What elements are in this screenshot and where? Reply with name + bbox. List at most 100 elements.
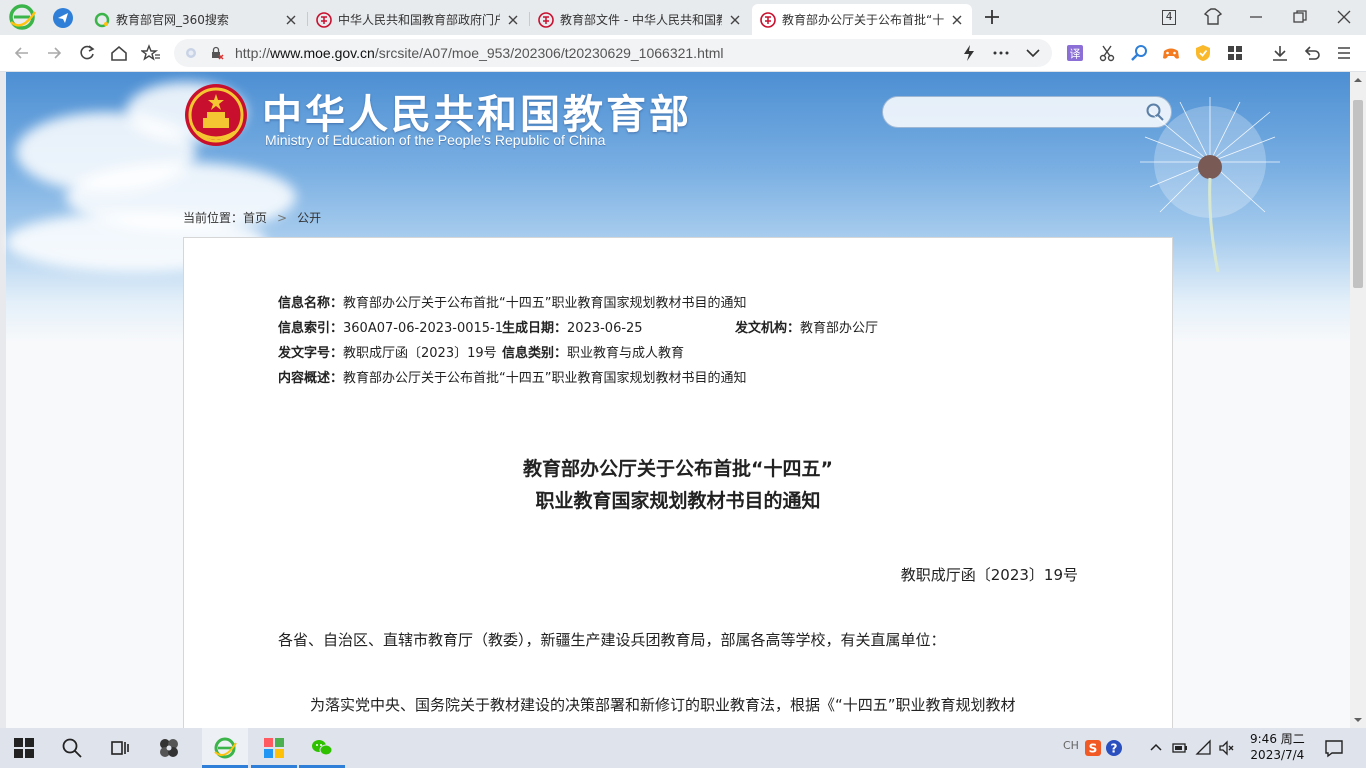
breadcrumb-home-link[interactable]: 首页 bbox=[243, 209, 267, 226]
svg-text:译: 译 bbox=[1070, 48, 1081, 61]
menu-hamburger-icon[interactable] bbox=[1334, 43, 1354, 63]
more-dots-icon[interactable] bbox=[992, 44, 1010, 62]
help-icon[interactable]: ? bbox=[1105, 739, 1123, 757]
tab-label: 教育部官网_360搜索 bbox=[116, 13, 229, 27]
close-window-icon[interactable] bbox=[1333, 6, 1355, 28]
lightning-icon[interactable] bbox=[960, 44, 978, 62]
svg-text:?: ? bbox=[1111, 742, 1118, 756]
reload-icon[interactable] bbox=[77, 43, 97, 63]
tab-current-notice[interactable]: 教育部办公厅关于公布首批“十四五” bbox=[752, 4, 972, 35]
moe-favicon-icon bbox=[538, 11, 554, 28]
battery-icon[interactable] bbox=[1171, 739, 1189, 757]
tab-moe-documents[interactable]: 教育部文件 - 中华人民共和国教育部 bbox=[530, 4, 750, 35]
clock-date: 2023/7/4 bbox=[1250, 748, 1305, 762]
tab-count-button[interactable]: 4 bbox=[1158, 6, 1180, 28]
document-title-line-1: 教育部办公厅关于公布首批“十四五” bbox=[523, 458, 833, 480]
scissors-icon[interactable] bbox=[1097, 43, 1117, 63]
url-bar[interactable]: http://www.moe.gov.cn/srcsite/A07/moe_95… bbox=[174, 39, 1052, 67]
scrollbar-thumb[interactable] bbox=[1353, 100, 1363, 288]
scroll-down-arrow-icon[interactable] bbox=[1354, 716, 1362, 724]
chevron-up-icon[interactable] bbox=[1147, 739, 1165, 757]
send-arrow-icon[interactable] bbox=[52, 7, 74, 29]
notification-center-icon[interactable] bbox=[1324, 738, 1344, 758]
unsecure-lock-icon[interactable] bbox=[210, 46, 224, 60]
breadcrumb-prefix: 当前位置： bbox=[183, 211, 244, 225]
360-browser-taskbar-icon[interactable] bbox=[213, 736, 237, 760]
chevron-down-icon[interactable] bbox=[1024, 44, 1042, 62]
site-search-input[interactable] bbox=[882, 96, 1172, 128]
translate-icon[interactable]: 译 bbox=[1065, 43, 1085, 63]
meta-summary-value: 教育部办公厅关于公布首批“十四五”职业教育国家规划教材书目的通知 bbox=[343, 371, 747, 386]
meta-date-value: 2023-06-25 bbox=[567, 321, 643, 336]
home-icon[interactable] bbox=[109, 43, 129, 63]
wechat-icon[interactable] bbox=[310, 736, 334, 760]
url-text[interactable]: http://www.moe.gov.cn/srcsite/A07/moe_95… bbox=[235, 45, 724, 61]
meta-org-value: 教育部办公厅 bbox=[800, 321, 879, 336]
document-paragraph-1: 为落实党中央、国务院关于教材建设的决策部署和新修订的职业教育法，根据《“十四五”… bbox=[310, 696, 1016, 714]
360-browser-logo-icon[interactable] bbox=[8, 4, 36, 30]
address-toolbar: http://www.moe.gov.cn/srcsite/A07/moe_95… bbox=[0, 35, 1366, 72]
volume-muted-icon[interactable] bbox=[1218, 739, 1236, 757]
minimize-icon[interactable] bbox=[1245, 6, 1267, 28]
page-viewport: 中华人民共和国教育部 Ministry of Education of the … bbox=[0, 72, 1350, 728]
close-tab-icon[interactable] bbox=[506, 13, 520, 27]
sogou-input-icon[interactable]: S bbox=[1084, 739, 1102, 757]
search-icon[interactable] bbox=[60, 736, 84, 760]
colorful-app-icon[interactable] bbox=[262, 736, 286, 760]
svg-text:S: S bbox=[1089, 742, 1098, 756]
game-controller-icon[interactable] bbox=[1161, 43, 1181, 63]
article-container: 信息名称：教育部办公厅关于公布首批“十四五”职业教育国家规划教材书目的通知 信息… bbox=[183, 237, 1173, 728]
document-salutation: 各省、自治区、直辖市教育厅（教委），新疆生产建设兵团教育局，部属各高等学校，有关… bbox=[278, 631, 946, 649]
meta-row-index: 信息索引：360A07-06-2023-0015-1生成日期：2023-06-2… bbox=[278, 317, 878, 336]
site-security-icon[interactable] bbox=[184, 46, 198, 60]
tab-label: 教育部办公厅关于公布首批“十四五” bbox=[782, 13, 944, 27]
meta-name-value: 教育部办公厅关于公布首批“十四五”职业教育国家规划教材书目的通知 bbox=[343, 296, 747, 311]
360-search-favicon-icon bbox=[94, 12, 110, 27]
tab-label: 教育部文件 - 中华人民共和国教育部 bbox=[560, 13, 722, 27]
forward-arrow-icon[interactable] bbox=[44, 43, 64, 63]
new-tab-plus-icon[interactable] bbox=[983, 8, 1001, 26]
undo-icon[interactable] bbox=[1302, 43, 1322, 63]
scroll-up-arrow-icon[interactable] bbox=[1354, 76, 1362, 84]
network-wifi-icon[interactable] bbox=[1195, 739, 1213, 757]
system-clock[interactable]: 9:46 周二 2023/7/4 bbox=[1250, 731, 1305, 763]
meta-row-docno: 发文字号：教职成厅函〔2023〕19号 信息类别：职业教育与成人教育 bbox=[278, 342, 684, 361]
meta-docno-value: 教职成厅函〔2023〕19号 bbox=[343, 346, 497, 361]
search-key-icon[interactable] bbox=[1129, 43, 1149, 63]
moe-favicon-icon bbox=[316, 11, 332, 28]
meta-org-label: 发文机构： bbox=[735, 321, 801, 336]
apps-grid-icon[interactable] bbox=[1225, 43, 1245, 63]
meta-category-label: 信息类别： bbox=[502, 346, 568, 361]
meta-docno-label: 发文字号： bbox=[278, 346, 344, 361]
document-title-line-2: 职业教育国家规划教材书目的通知 bbox=[535, 490, 821, 512]
meta-date-label: 生成日期： bbox=[502, 321, 568, 336]
pinwheel-app-icon[interactable] bbox=[157, 736, 181, 760]
tab-label: 中华人民共和国教育部政府门户网站 bbox=[338, 13, 500, 27]
meta-name-label: 信息名称： bbox=[278, 296, 344, 311]
browser-tab-bar: 教育部官网_360搜索 中华人民共和国教育部政府门户网站 教育部文件 - 中华人… bbox=[0, 0, 1366, 35]
document-number: 教职成厅函〔2023〕19号 bbox=[900, 566, 1078, 584]
windows-start-icon[interactable] bbox=[12, 736, 36, 760]
shield-icon[interactable] bbox=[1193, 43, 1213, 63]
restore-window-icon[interactable] bbox=[1289, 6, 1311, 28]
windows-taskbar: CH S ? 9:46 周二 2023/7/4 bbox=[0, 728, 1366, 768]
meta-category-value: 职业教育与成人教育 bbox=[567, 346, 685, 361]
ime-indicator[interactable]: CH bbox=[1063, 739, 1085, 757]
breadcrumb-public-link[interactable]: 公开 bbox=[297, 209, 321, 226]
task-view-icon[interactable] bbox=[108, 736, 132, 760]
tab-moe-portal[interactable]: 中华人民共和国教育部政府门户网站 bbox=[308, 4, 528, 35]
back-arrow-icon[interactable] bbox=[12, 43, 32, 63]
close-tab-icon[interactable] bbox=[284, 13, 298, 27]
shirt-skin-icon[interactable] bbox=[1202, 6, 1224, 28]
close-tab-icon[interactable] bbox=[950, 13, 964, 27]
page-scrollbar[interactable] bbox=[1350, 72, 1366, 728]
meta-index-label: 信息索引： bbox=[278, 321, 344, 336]
breadcrumb: 当前位置：首页 > 公开 bbox=[183, 209, 321, 226]
tab-count-badge: 4 bbox=[1162, 9, 1176, 25]
tab-360-search[interactable]: 教育部官网_360搜索 bbox=[86, 4, 306, 35]
meta-index-value: 360A07-06-2023-0015-1 bbox=[343, 321, 504, 336]
download-icon[interactable] bbox=[1270, 43, 1290, 63]
favorites-star-icon[interactable] bbox=[141, 43, 161, 63]
national-emblem-icon bbox=[185, 84, 247, 146]
close-tab-icon[interactable] bbox=[728, 13, 742, 27]
